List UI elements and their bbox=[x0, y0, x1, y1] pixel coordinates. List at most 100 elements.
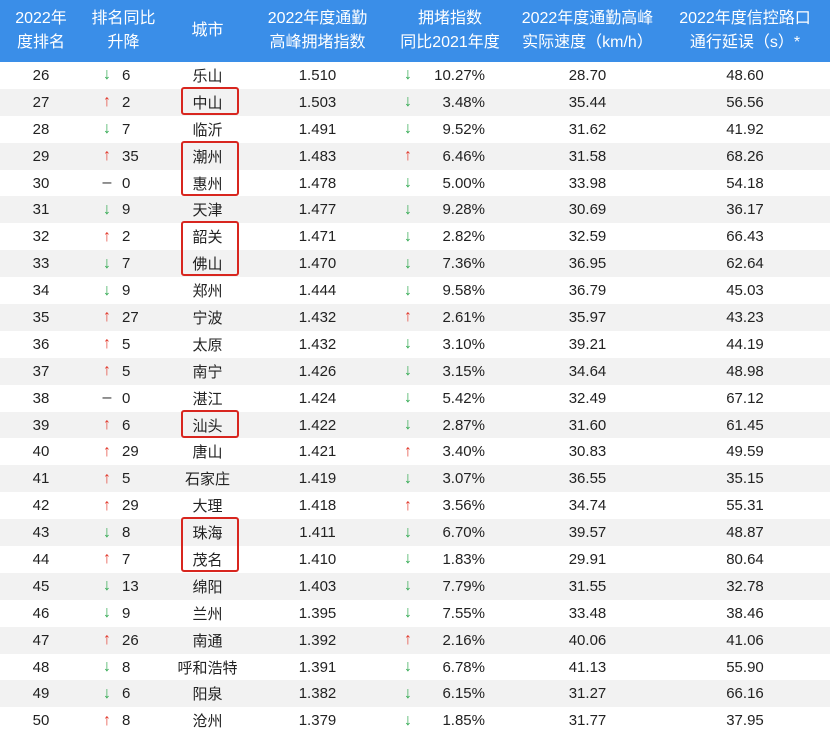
delay-cell: 66.16 bbox=[726, 685, 764, 703]
delay-cell: 35.15 bbox=[726, 470, 764, 488]
congestion-index-cell: 1.411 bbox=[299, 524, 336, 542]
speed-cell: 31.55 bbox=[568, 577, 607, 595]
city-cell: 中山 bbox=[192, 94, 223, 112]
rank-change-cell: ↓ 8 bbox=[82, 654, 165, 681]
table-row: 47 ↑ 26 南通 1.392 ↑ 2.16% 40.06 41.06 bbox=[0, 626, 830, 654]
rank-change-cell: –0 bbox=[82, 170, 165, 197]
rank-change-value: 5 bbox=[122, 335, 131, 353]
congestion-index-cell: 1.432 bbox=[298, 335, 337, 353]
arrow-down-icon: ↓ bbox=[404, 362, 412, 380]
header-rank-change: 排名同比 升降 bbox=[82, 0, 165, 62]
rank-change-cell: ↓ 9 bbox=[82, 196, 165, 223]
header-label-line: 排名同比 bbox=[91, 10, 156, 27]
rank-cell: 46 bbox=[32, 604, 50, 622]
congestion-index-cell: 1.419 bbox=[298, 470, 337, 488]
delay-cell: 45.03 bbox=[726, 282, 764, 300]
header-yoy-change: 拥堵指数 同比2021年度 bbox=[385, 0, 515, 62]
city-cell: 惠州 bbox=[192, 175, 223, 193]
rank-change-value: 9 bbox=[122, 282, 131, 300]
delay-cell: 32.78 bbox=[726, 577, 764, 595]
city-cell: 南宁 bbox=[192, 363, 223, 381]
header-label-line: 高峰拥堵指数 bbox=[269, 34, 366, 51]
rank-cell: 30 bbox=[32, 174, 50, 192]
speed-cell: 28.70 bbox=[568, 66, 607, 84]
yoy-change-cell: ↓ 9.52% bbox=[385, 116, 515, 143]
yoy-change-cell: ↓ 3.07% bbox=[385, 465, 515, 492]
yoy-change-value: 2.82% bbox=[442, 228, 485, 246]
arrow-down-icon: ↓ bbox=[103, 577, 111, 595]
header-city: 城市 bbox=[165, 0, 250, 62]
arrow-down-icon: ↓ bbox=[404, 335, 412, 353]
delay-cell: 56.56 bbox=[726, 93, 764, 111]
city-cell: 佛山 bbox=[192, 256, 223, 274]
rank-cell: 38 bbox=[32, 389, 50, 407]
delay-cell: 48.98 bbox=[726, 362, 764, 380]
header-signal-delay: 2022年度信控路口 通行延误（s）* bbox=[660, 0, 830, 62]
speed-cell: 34.64 bbox=[568, 362, 607, 380]
arrow-down-icon: ↓ bbox=[103, 684, 111, 702]
rank-change-value: 0 bbox=[122, 389, 131, 407]
speed-cell: 32.49 bbox=[568, 389, 607, 407]
rank-change-value: 13 bbox=[122, 577, 139, 595]
rank-change-value: 5 bbox=[122, 362, 131, 380]
rank-cell: 42 bbox=[32, 497, 50, 515]
yoy-change-value: 7.36% bbox=[442, 255, 485, 273]
speed-cell: 31.58 bbox=[568, 147, 607, 165]
rank-change-value: 2 bbox=[122, 228, 131, 246]
yoy-change-value: 1.85% bbox=[442, 712, 485, 730]
speed-cell: 31.60 bbox=[568, 416, 607, 434]
rank-change-value: 6 bbox=[122, 416, 131, 434]
rank-change-value: 29 bbox=[122, 443, 139, 461]
congestion-index-cell: 1.471 bbox=[298, 228, 337, 246]
yoy-change-cell: ↓ 3.15% bbox=[385, 358, 515, 385]
delay-cell: 48.87 bbox=[726, 524, 764, 542]
yoy-change-value: 3.56% bbox=[442, 497, 485, 515]
speed-cell: 30.69 bbox=[568, 201, 607, 219]
yoy-change-value: 6.78% bbox=[442, 658, 485, 676]
speed-cell: 31.27 bbox=[568, 685, 607, 703]
congestion-ranking-table: 2022年 度排名 排名同比 升降 城市 2022年度通勤 高峰拥堵指数 拥堵指… bbox=[0, 0, 830, 735]
table-row: 28 ↓ 7 临沂 1.491 ↓ 9.52% 31.62 41.92 bbox=[0, 115, 830, 143]
rank-change-cell: ↑ 26 bbox=[82, 627, 165, 654]
arrow-down-icon: ↓ bbox=[404, 120, 412, 138]
city-cell: 阳泉 bbox=[192, 686, 223, 704]
congestion-index-cell: 1.410 bbox=[298, 550, 337, 568]
rank-cell: 29 bbox=[32, 147, 50, 165]
yoy-change-value: 5.00% bbox=[442, 174, 485, 192]
congestion-index-cell: 1.391 bbox=[298, 658, 337, 676]
yoy-change-value: 7.55% bbox=[442, 604, 485, 622]
city-cell: 绵阳 bbox=[192, 578, 223, 596]
speed-cell: 40.06 bbox=[568, 631, 607, 649]
rank-change-cell: ↑ 6 bbox=[82, 412, 165, 439]
yoy-change-cell: ↑ 3.56% bbox=[385, 492, 515, 519]
arrow-down-icon: ↓ bbox=[103, 200, 111, 218]
congestion-index-cell: 1.418 bbox=[298, 497, 337, 515]
header-label-line: 实际速度（km/h） bbox=[522, 34, 653, 51]
rank-cell: 49 bbox=[32, 685, 50, 703]
yoy-change-value: 3.40% bbox=[442, 443, 485, 461]
speed-cell: 35.97 bbox=[568, 308, 607, 326]
table-row: 29 ↑ 35 潮州 1.483 ↑ 6.46% 31.58 68.26 bbox=[0, 142, 830, 170]
speed-cell: 31.77 bbox=[568, 712, 607, 730]
yoy-change-value: 2.16% bbox=[442, 631, 485, 649]
table-row: 40 ↑ 29 唐山 1.421 ↑ 3.40% 30.83 49.59 bbox=[0, 438, 830, 466]
rank-change-cell: ↓ 8 bbox=[82, 519, 165, 546]
rank-change-value: 35 bbox=[122, 147, 139, 165]
speed-cell: 35.44 bbox=[568, 93, 607, 111]
yoy-change-cell: ↓ 6.78% bbox=[385, 654, 515, 681]
rank-change-value: 5 bbox=[122, 470, 131, 488]
speed-cell: 33.48 bbox=[568, 604, 607, 622]
delay-cell: 67.12 bbox=[726, 389, 764, 407]
congestion-index-cell: 1.432 bbox=[298, 308, 337, 326]
yoy-change-cell: ↑ 2.16% bbox=[385, 627, 515, 654]
yoy-change-value: 6.15% bbox=[442, 685, 485, 703]
table-row: 45 ↓ 13 绵阳 1.403 ↓ 7.79% 31.55 32.78 bbox=[0, 572, 830, 600]
yoy-change-value: 6.46% bbox=[442, 147, 485, 165]
table-row: 32 ↑ 2 韶关 1.471 ↓ 2.82% 32.59 66.43 bbox=[0, 223, 830, 251]
city-cell: 兰州 bbox=[192, 605, 223, 623]
table-body: 26 ↓ 6 乐山 1.510 ↓ 10.27% 28.70 48.60 27 ↑ 2 中山 1.503 ↓… bbox=[0, 62, 830, 735]
rank-cell: 50 bbox=[32, 712, 50, 730]
rank-change-value: 2 bbox=[122, 93, 131, 111]
yoy-change-value: 2.87% bbox=[442, 416, 485, 434]
arrow-up-icon: ↑ bbox=[103, 550, 111, 568]
